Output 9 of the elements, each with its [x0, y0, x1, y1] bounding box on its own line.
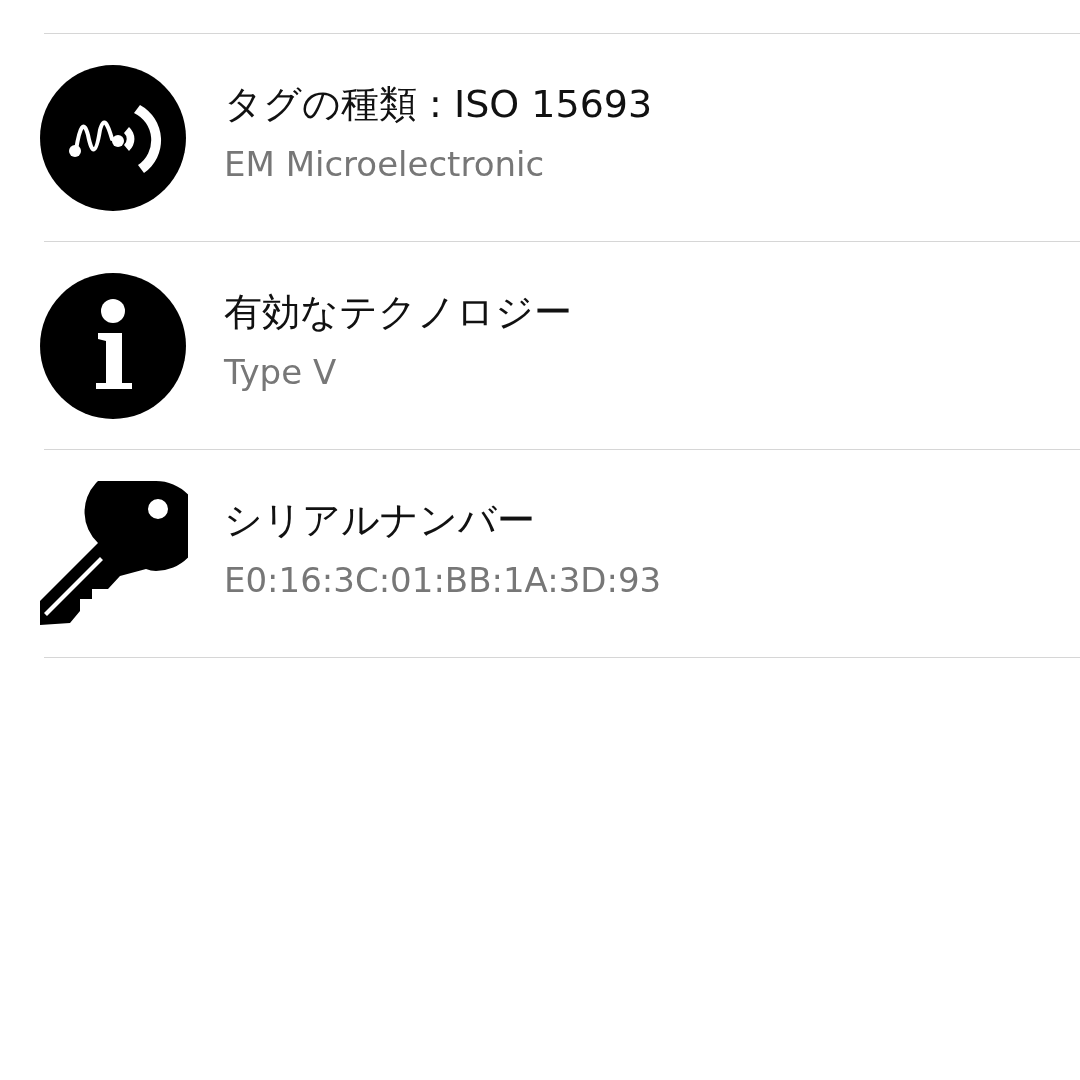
row-value: E0:16:3C:01:BB:1A:3D:93 [224, 560, 662, 600]
row-value: EM Microelectronic [224, 144, 546, 184]
row-value: Type V [224, 352, 338, 392]
row-title: タグの種類 : ISO 15693 [224, 81, 653, 128]
nfc-icon [40, 64, 186, 211]
row-title: 有効なテクノロジー [224, 289, 572, 336]
row-title: シリアルナンバー [224, 497, 536, 544]
info-icon [40, 272, 186, 419]
key-icon [40, 480, 188, 627]
